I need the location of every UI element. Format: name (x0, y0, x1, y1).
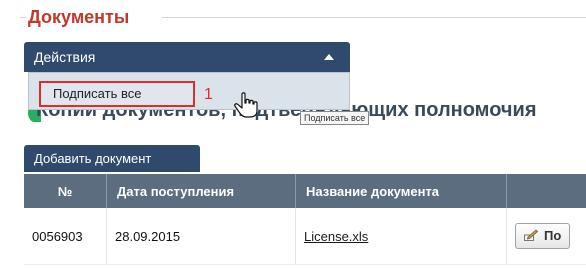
table-header-row: № Дата поступления Название документа (24, 174, 586, 208)
annotation-marker: 1 (204, 86, 213, 103)
column-header-name: Название документа (295, 174, 507, 208)
column-header-number: № (24, 174, 107, 208)
hand-cursor-icon (234, 92, 258, 118)
add-document-button[interactable]: Добавить документ (24, 145, 200, 172)
section-title: Документы (28, 7, 130, 27)
cell-number: 0056903 (24, 208, 107, 265)
section-rule-left (20, 17, 26, 18)
tooltip: Подписать все (300, 111, 370, 125)
section-rule (162, 17, 586, 18)
cell-date: 28.09.2015 (106, 208, 296, 265)
table-row: 0056903 28.09.2015 License.xls По (24, 208, 586, 265)
actions-menu: Подписать все (28, 72, 350, 110)
menu-item-sign-all[interactable]: Подписать все (39, 81, 195, 107)
caret-up-icon (324, 54, 334, 60)
cell-name: License.xls (295, 208, 507, 265)
document-link[interactable]: License.xls (304, 229, 368, 244)
cell-actions: По (506, 208, 586, 265)
documents-table: № Дата поступления Название документа 00… (24, 174, 586, 265)
column-header-actions (506, 174, 586, 208)
row-action-button[interactable]: По (515, 223, 571, 249)
actions-dropdown-button[interactable]: Действия (24, 42, 350, 72)
row-action-label: По (544, 228, 562, 243)
actions-label: Действия (34, 49, 96, 65)
column-header-date: Дата поступления (106, 174, 296, 208)
edit-icon (524, 229, 538, 241)
